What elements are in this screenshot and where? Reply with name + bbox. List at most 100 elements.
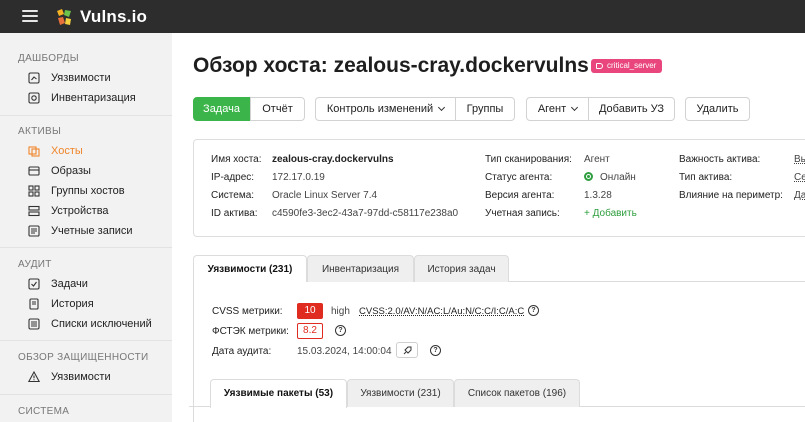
audit-help-icon[interactable]: ? <box>430 345 441 356</box>
perimeter-label: Влияние на периметр: <box>679 190 783 201</box>
sidebar-item-label: Хосты <box>51 145 83 157</box>
scan-type-label: Тип сканирования: <box>485 154 572 165</box>
chevron-down-icon <box>571 103 579 112</box>
audit-action-button[interactable] <box>396 342 418 358</box>
change-control-button[interactable]: Контроль изменений <box>315 97 456 121</box>
sidebar-item-label: История <box>51 298 94 310</box>
sidebar-divider <box>0 115 172 116</box>
importance-label: Важность актива: <box>679 154 761 165</box>
cvss-score-badge: 10 <box>297 303 323 319</box>
sidebar-item-label: Уязвимости <box>51 72 111 84</box>
vulnerability-subtabs: Уязвимые пакеты (53) Уязвимости (231) Сп… <box>189 379 805 408</box>
sidebar-item-history[interactable]: История <box>28 295 94 313</box>
agent-version-label: Версия агента: <box>485 190 555 201</box>
sidebar-item-accounts[interactable]: Учетные записи <box>28 222 133 240</box>
agent-status-value: Онлайн <box>600 172 636 183</box>
sidebar-section-assets: АКТИВЫ <box>18 126 62 137</box>
accounts-icon <box>28 225 40 237</box>
sidebar-item-images[interactable]: Образы <box>28 162 91 180</box>
sidebar-item-label: Инвентаризация <box>51 92 136 104</box>
ip-value: 172.17.0.19 <box>272 172 325 183</box>
change-control-label: Контроль изменений <box>326 103 434 115</box>
menu-icon[interactable] <box>22 10 38 23</box>
asset-type-value[interactable]: Се <box>794 172 805 183</box>
report-button[interactable]: Отчёт <box>250 97 305 121</box>
sidebar-item-label: Устройства <box>51 205 109 217</box>
online-status-icon <box>584 172 593 181</box>
sidebar-item-label: Задачи <box>51 278 88 290</box>
cvss-help-icon[interactable]: ? <box>528 305 539 316</box>
agent-status-label: Статус агента: <box>485 172 553 183</box>
main-content: Обзор хоста: zealous-cray.dockervulns cr… <box>172 33 805 422</box>
tab-vulnerabilities[interactable]: Уязвимости (231) <box>193 255 307 283</box>
sidebar-section-security-overview: ОБЗОР ЗАЩИЩЕННОСТИ <box>18 352 149 363</box>
sidebar-item-label: Уязвимости <box>51 371 111 383</box>
subtab-package-list[interactable]: Список пакетов (196) <box>454 379 580 407</box>
asset-type-label: Тип актива: <box>679 172 733 183</box>
sidebar: ДАШБОРДЫ Уязвимости Инвентаризация АКТИВ… <box>0 33 172 422</box>
tasks-icon <box>28 278 40 290</box>
sidebar-divider <box>0 247 172 248</box>
images-icon <box>28 166 40 176</box>
audit-date-label: Дата аудита: <box>212 346 272 357</box>
sidebar-item-security-vulnerabilities[interactable]: Уязвимости <box>28 368 111 386</box>
sidebar-item-host-groups[interactable]: Группы хостов <box>28 182 125 200</box>
delete-button[interactable]: Удалить <box>685 97 750 121</box>
account-label: Учетная запись: <box>485 208 560 219</box>
agent-label: Агент <box>537 103 567 115</box>
agent-version-value: 1.3.28 <box>584 190 612 201</box>
task-button[interactable]: Задача <box>193 97 250 121</box>
sidebar-divider <box>0 340 172 341</box>
groups-button[interactable]: Группы <box>455 97 515 121</box>
sidebar-divider <box>0 394 172 395</box>
warning-icon <box>28 371 40 383</box>
cvss-vector[interactable]: CVSS:2.0/AV:N/AC:L/Au:N/C:C/I:C/A:C <box>359 306 524 317</box>
sidebar-item-hosts[interactable]: Хосты <box>28 142 83 160</box>
cvss-label: CVSS метрики: <box>212 306 283 317</box>
sidebar-item-dashboard-inventory[interactable]: Инвентаризация <box>28 89 136 107</box>
sidebar-item-exclusions[interactable]: Списки исключений <box>28 315 152 333</box>
scan-type-value: Агент <box>584 154 610 165</box>
sidebar-section-dashboards: ДАШБОРДЫ <box>18 53 79 64</box>
system-label: Система: <box>211 190 255 201</box>
sidebar-item-label: Учетные записи <box>51 225 133 237</box>
asset-id-value: c4590fe3-3ec2-43a7-97dd-c58117e238a0 <box>272 208 459 219</box>
hosts-icon <box>28 146 40 157</box>
app-title[interactable]: Vulns.io <box>80 7 147 27</box>
exclusions-icon <box>28 318 40 330</box>
add-account-link[interactable]: + Добавить <box>584 208 637 219</box>
sidebar-item-label: Образы <box>51 165 91 177</box>
tag-badge[interactable]: critical_server <box>591 59 663 73</box>
sidebar-item-dashboard-vulnerabilities[interactable]: Уязвимости <box>28 69 111 87</box>
host-info-card: Имя хоста: zealous-cray.dockervulns IP-а… <box>193 139 805 237</box>
sidebar-item-devices[interactable]: Устройства <box>28 202 109 220</box>
host-groups-icon <box>28 185 40 197</box>
hostname-label: Имя хоста: <box>211 154 262 165</box>
sidebar-item-label: Списки исключений <box>51 318 152 330</box>
vulnerability-chart-icon <box>28 72 40 84</box>
sidebar-section-system: СИСТЕМА <box>18 406 70 417</box>
fstec-help-icon[interactable]: ? <box>335 325 346 336</box>
perimeter-value[interactable]: Да <box>794 190 805 201</box>
inventory-chart-icon <box>28 92 40 104</box>
tab-task-history[interactable]: История задач <box>414 255 509 282</box>
sidebar-item-tasks[interactable]: Задачи <box>28 275 88 293</box>
rocket-icon <box>403 346 412 355</box>
tag-label: critical_server <box>607 61 657 70</box>
sidebar-item-label: Группы хостов <box>51 185 125 197</box>
tab-inventory[interactable]: Инвентаризация <box>307 255 414 282</box>
page-title: Обзор хоста: zealous-cray.dockervulns <box>193 54 589 77</box>
asset-id-label: ID актива: <box>211 208 258 219</box>
tag-icon <box>596 63 603 69</box>
devices-icon <box>28 205 40 217</box>
subtab-vulnerabilities[interactable]: Уязвимости (231) <box>347 379 454 407</box>
sidebar-section-audit: АУДИТ <box>18 259 52 270</box>
logo-icon <box>57 9 71 25</box>
subtab-vulnerable-packages[interactable]: Уязвимые пакеты (53) <box>210 379 347 408</box>
importance-value[interactable]: Вы <box>794 154 805 165</box>
add-account-button[interactable]: Добавить УЗ <box>588 97 675 121</box>
chevron-down-icon <box>438 103 446 112</box>
agent-button[interactable]: Агент <box>526 97 589 121</box>
audit-date-value: 15.03.2024, 14:00:04 <box>297 346 392 357</box>
top-bar: Vulns.io <box>0 0 805 33</box>
